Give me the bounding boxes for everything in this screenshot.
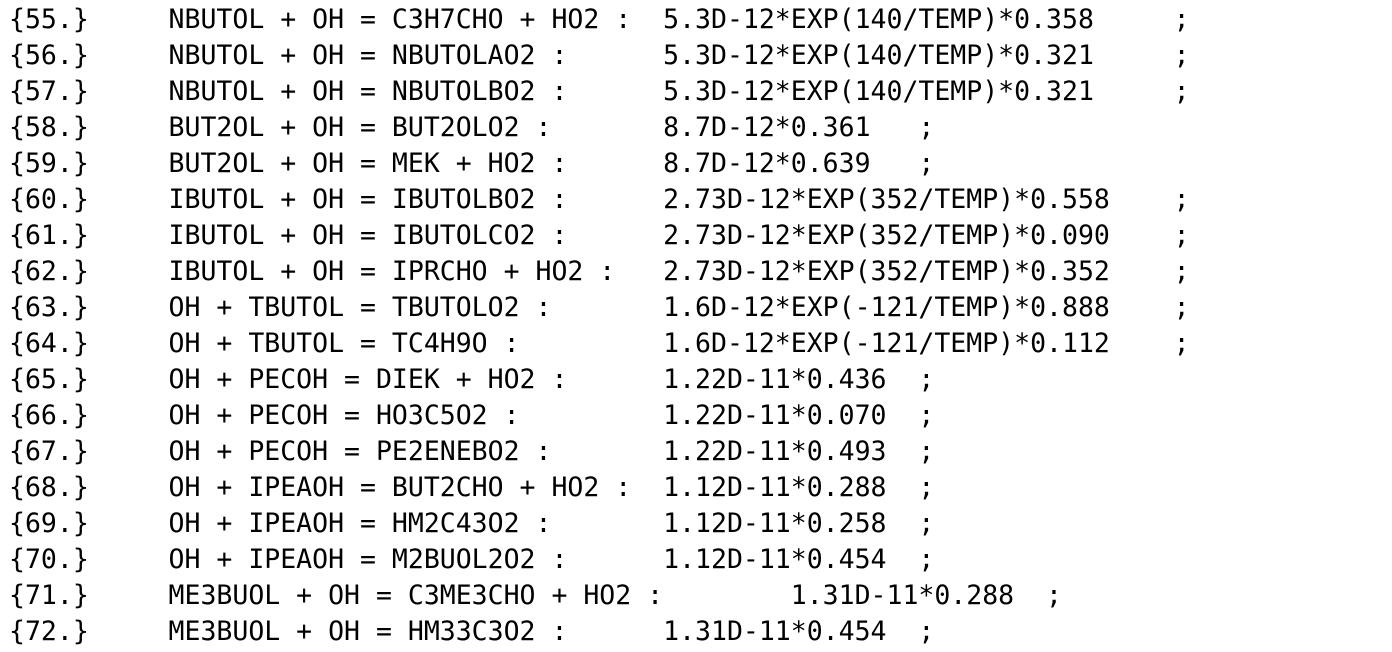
reaction-line-68: {68.} OH + IPEAOH = BUT2CHO + HO2 : 1.12… xyxy=(9,472,935,503)
reaction-line-67: {67.} OH + PECOH = PE2ENEBO2 : 1.22D-11*… xyxy=(9,436,935,467)
reaction-listing: {55.} NBUTOL + OH = C3H7CHO + HO2 : 5.3D… xyxy=(9,2,1379,650)
reaction-line-69: {69.} OH + IPEAOH = HM2C43O2 : 1.12D-11*… xyxy=(9,508,935,539)
reaction-line-58: {58.} BUT2OL + OH = BUT2OLO2 : 8.7D-12*0… xyxy=(9,112,935,143)
reaction-line-60: {60.} IBUTOL + OH = IBUTOLBO2 : 2.73D-12… xyxy=(9,184,1190,215)
reaction-line-72: {72.} ME3BUOL + OH = HM33C3O2 : 1.31D-11… xyxy=(9,616,935,647)
reaction-line-57: {57.} NBUTOL + OH = NBUTOLBO2 : 5.3D-12*… xyxy=(9,76,1190,107)
reaction-line-70: {70.} OH + IPEAOH = M2BUOL2O2 : 1.12D-11… xyxy=(9,544,935,575)
reaction-line-55: {55.} NBUTOL + OH = C3H7CHO + HO2 : 5.3D… xyxy=(9,4,1190,35)
reaction-line-66: {66.} OH + PECOH = HO3C5O2 : 1.22D-11*0.… xyxy=(9,400,935,431)
reaction-line-65: {65.} OH + PECOH = DIEK + HO2 : 1.22D-11… xyxy=(9,364,935,395)
reaction-line-56: {56.} NBUTOL + OH = NBUTOLAO2 : 5.3D-12*… xyxy=(9,40,1190,71)
reaction-line-62: {62.} IBUTOL + OH = IPRCHO + HO2 : 2.73D… xyxy=(9,256,1190,287)
reaction-line-71: {71.} ME3BUOL + OH = C3ME3CHO + HO2 : 1.… xyxy=(9,580,1062,611)
reaction-line-64: {64.} OH + TBUTOL = TC4H9O : 1.6D-12*EXP… xyxy=(9,328,1190,359)
reaction-line-61: {61.} IBUTOL + OH = IBUTOLCO2 : 2.73D-12… xyxy=(9,220,1190,251)
reaction-line-59: {59.} BUT2OL + OH = MEK + HO2 : 8.7D-12*… xyxy=(9,148,935,179)
reaction-line-63: {63.} OH + TBUTOL = TBUTOLO2 : 1.6D-12*E… xyxy=(9,292,1190,323)
